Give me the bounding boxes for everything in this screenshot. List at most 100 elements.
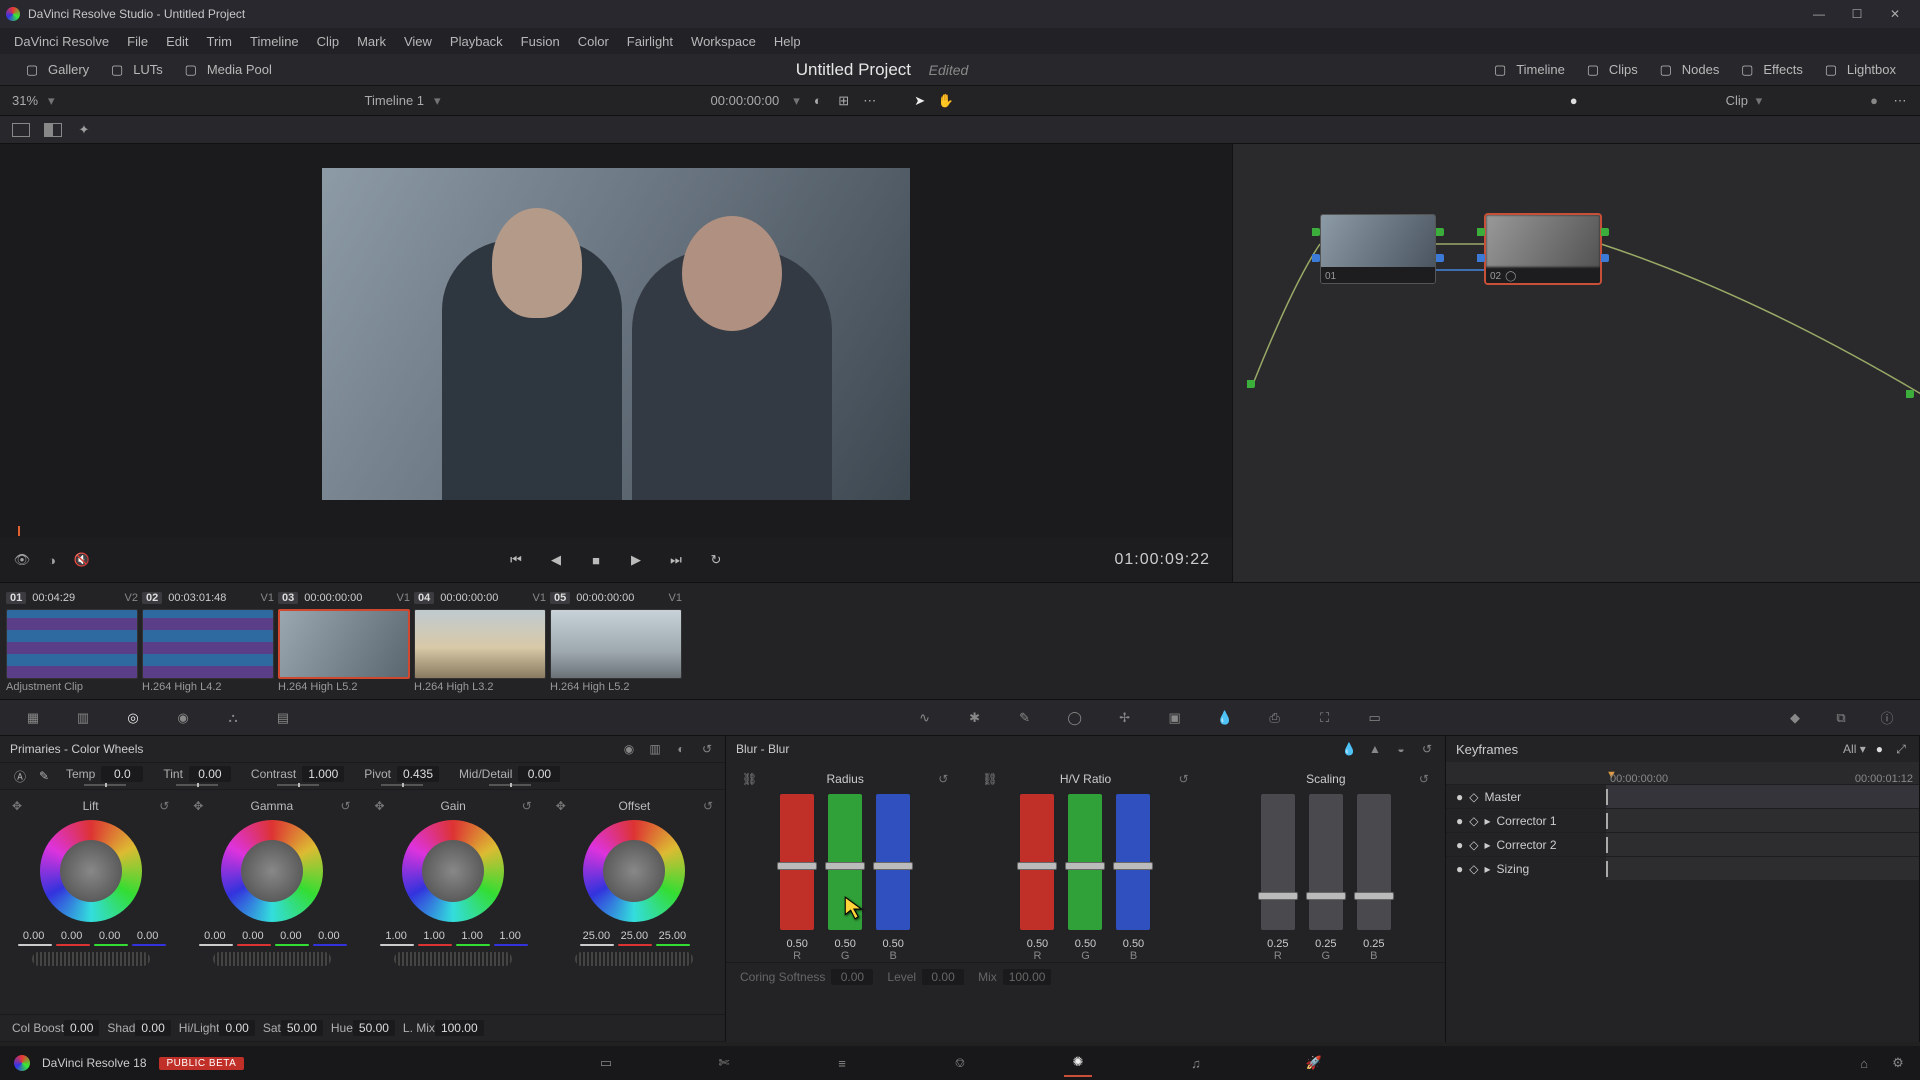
- toggle-media-pool[interactable]: ▢Media Pool: [173, 58, 282, 82]
- clip-01[interactable]: 0100:04:29V2Adjustment Clip: [6, 589, 138, 697]
- timeline-name[interactable]: Timeline 1: [365, 93, 424, 108]
- lift-picker-icon[interactable]: ✥: [12, 799, 22, 813]
- key-icon[interactable]: ⎙: [1264, 707, 1286, 729]
- menu-view[interactable]: View: [404, 34, 432, 49]
- blur-level[interactable]: 0.00: [922, 969, 964, 985]
- clip-05[interactable]: 0500:00:00:00V1H.264 High L5.2: [550, 589, 682, 697]
- gamma-master-jog[interactable]: [213, 952, 331, 966]
- fusion-page-button[interactable]: ⎊: [946, 1049, 974, 1077]
- scaling-reset-icon[interactable]: ↺: [1419, 772, 1429, 786]
- offset-color-wheel[interactable]: [583, 820, 685, 922]
- stop-button[interactable]: ■: [585, 549, 607, 571]
- scopes-icon[interactable]: ⧉: [1830, 707, 1852, 729]
- gain-color-wheel[interactable]: [402, 820, 504, 922]
- clip-02[interactable]: 0200:03:01:48V1H.264 High L4.2: [142, 589, 274, 697]
- clip-03[interactable]: 0300:00:00:00V1H.264 High L5.2: [278, 589, 410, 697]
- menu-clip[interactable]: Clip: [317, 34, 339, 49]
- gamma-reset-icon[interactable]: ↺: [340, 799, 350, 813]
- lift-reset-icon[interactable]: ↺: [159, 799, 169, 813]
- adjust-temp[interactable]: 0.0: [101, 766, 143, 782]
- menu-mark[interactable]: Mark: [357, 34, 386, 49]
- pick-wb-icon[interactable]: ✎: [36, 768, 52, 784]
- viewer-timecode[interactable]: 00:00:00:00: [711, 93, 780, 108]
- 3d-icon[interactable]: ▭: [1364, 707, 1386, 729]
- split-screen-icon[interactable]: ⊞: [836, 93, 852, 109]
- blur-coringsoftness[interactable]: 0.00: [831, 969, 873, 985]
- adj2-sat[interactable]: 50.00: [281, 1020, 323, 1036]
- scaling-b-slider[interactable]: [1357, 794, 1391, 930]
- toggle-effects[interactable]: ▢Effects: [1729, 58, 1813, 82]
- blur-mode-sharpen-icon[interactable]: ▲: [1367, 741, 1383, 757]
- prev-clip-button[interactable]: ⏮: [505, 549, 527, 571]
- radius-link-icon[interactable]: ⛓: [742, 772, 757, 786]
- graph-input-port[interactable]: [1247, 380, 1255, 388]
- play-button[interactable]: ▶: [625, 549, 647, 571]
- window-minimize-button[interactable]: —: [1800, 0, 1838, 28]
- magic-mask-icon[interactable]: ▣: [1164, 707, 1186, 729]
- node-02-in-g[interactable]: [1477, 228, 1485, 236]
- unmix-icon[interactable]: ◑: [44, 552, 60, 568]
- node-01-out-b[interactable]: [1436, 254, 1444, 262]
- gain-master-jog[interactable]: [394, 952, 512, 966]
- menu-fusion[interactable]: Fusion: [521, 34, 560, 49]
- gamma-picker-icon[interactable]: ✥: [193, 799, 203, 813]
- toggle-clips[interactable]: ▢Clips: [1575, 58, 1648, 82]
- info-icon[interactable]: ⓘ: [1876, 707, 1898, 729]
- bars-mode-icon[interactable]: ▥: [647, 741, 663, 757]
- clip-04[interactable]: 0400:00:00:00V1H.264 High L3.2: [414, 589, 546, 697]
- motion-effects-icon[interactable]: ▤: [272, 707, 294, 729]
- menu-help[interactable]: Help: [774, 34, 801, 49]
- radius-reset-icon[interactable]: ↺: [938, 772, 948, 786]
- radius-r-slider[interactable]: [780, 794, 814, 930]
- next-clip-button[interactable]: ⏭: [665, 549, 687, 571]
- fairlight-page-button[interactable]: ♫: [1182, 1049, 1210, 1077]
- color-checker-icon[interactable]: ▥: [72, 707, 94, 729]
- transport-timecode[interactable]: 01:00:09:22: [1114, 551, 1210, 569]
- node-02[interactable]: 02 ◯: [1485, 214, 1601, 284]
- keyframe-mode-icon[interactable]: ◆: [1784, 707, 1806, 729]
- node-02-in-b[interactable]: [1477, 254, 1485, 262]
- gain-picker-icon[interactable]: ✥: [375, 799, 385, 813]
- menu-fairlight[interactable]: Fairlight: [627, 34, 673, 49]
- viewer-options-icon[interactable]: ⋯: [862, 93, 878, 109]
- bypass-grades-icon[interactable]: 👁: [14, 552, 30, 568]
- camera-raw-icon[interactable]: ▦: [22, 707, 44, 729]
- node-01-out-g[interactable]: [1436, 228, 1444, 236]
- adj2-hue[interactable]: 50.00: [353, 1020, 395, 1036]
- window-icon[interactable]: ◯: [1064, 707, 1086, 729]
- loop-button[interactable]: ↻: [705, 549, 727, 571]
- hvratio-reset-icon[interactable]: ↺: [1179, 772, 1189, 786]
- curves-icon[interactable]: ∿: [914, 707, 936, 729]
- node-graph[interactable]: 01 02 ◯: [1232, 144, 1920, 582]
- hvratio-g-slider[interactable]: [1068, 794, 1102, 930]
- toggle-timeline[interactable]: ▢Timeline: [1482, 58, 1575, 82]
- image-wipe-icon[interactable]: ◐: [810, 93, 826, 109]
- menu-trim[interactable]: Trim: [207, 34, 233, 49]
- offset-master-jog[interactable]: [575, 952, 693, 966]
- viewer-zoom-dropdown[interactable]: 31%▾: [12, 93, 55, 109]
- edit-page-button[interactable]: ≡: [828, 1049, 856, 1077]
- blur-mix[interactable]: 100.00: [1003, 969, 1052, 985]
- toggle-nodes[interactable]: ▢Nodes: [1648, 58, 1730, 82]
- sizing-icon[interactable]: ⛶: [1314, 707, 1336, 729]
- node-options-icon[interactable]: ⋯: [1892, 93, 1908, 109]
- toggle-lightbox[interactable]: ▢Lightbox: [1813, 58, 1906, 82]
- node-01-in-b[interactable]: [1312, 254, 1320, 262]
- node-01-in-g[interactable]: [1312, 228, 1320, 236]
- menu-color[interactable]: Color: [578, 34, 609, 49]
- menu-timeline[interactable]: Timeline: [250, 34, 299, 49]
- home-button[interactable]: ⌂: [1856, 1055, 1872, 1071]
- menu-workspace[interactable]: Workspace: [691, 34, 756, 49]
- warper-icon[interactable]: ✱: [964, 707, 986, 729]
- node-01[interactable]: 01: [1320, 214, 1436, 284]
- scaling-g-slider[interactable]: [1309, 794, 1343, 930]
- adj2-shad[interactable]: 0.00: [135, 1020, 170, 1036]
- tracker-icon[interactable]: ✢: [1114, 707, 1136, 729]
- hvratio-b-slider[interactable]: [1116, 794, 1150, 930]
- kf-row-corrector-1[interactable]: ●◇▸Corrector 1: [1446, 808, 1919, 832]
- adjust-contrast[interactable]: 1.000: [302, 766, 344, 782]
- hand-tool-icon[interactable]: ✋: [938, 93, 954, 109]
- blur-icon[interactable]: 💧: [1214, 707, 1236, 729]
- menu-file[interactable]: File: [127, 34, 148, 49]
- graph-output-port[interactable]: [1906, 390, 1914, 398]
